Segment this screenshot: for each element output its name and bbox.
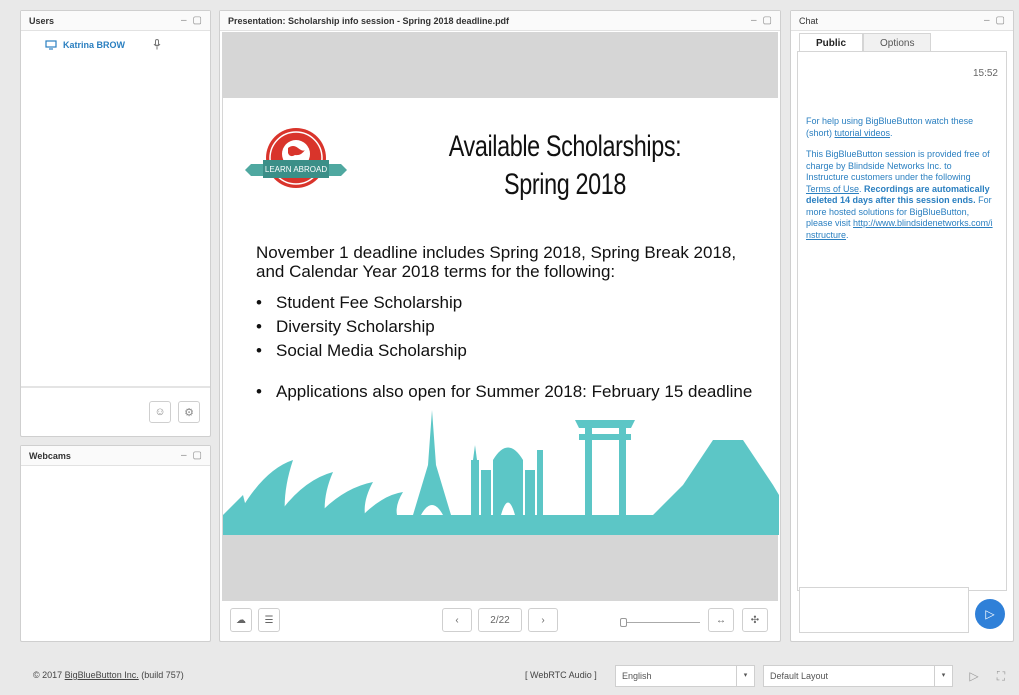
fit-width-button[interactable]: ↔: [708, 608, 734, 632]
maximize-icon[interactable]: ▢: [996, 15, 1005, 26]
maximize-icon[interactable]: ▢: [763, 15, 772, 26]
chat-panel: Chat – ▢ Public Options 15:52 For help u…: [790, 10, 1014, 642]
zoom-slider[interactable]: [620, 618, 700, 628]
send-icon: ▷: [985, 607, 995, 621]
settings-button[interactable]: ⚙: [178, 401, 200, 423]
presentation-title: Presentation: Scholarship info session -…: [228, 15, 510, 26]
expand-icon: ✣: [750, 614, 760, 626]
play-icon: ▷: [969, 669, 979, 683]
webcams-header: Webcams – ▢: [21, 446, 210, 466]
bigbluebutton-link[interactable]: BigBlueButton Inc.: [65, 670, 139, 680]
webcams-panel: Webcams – ▢: [20, 445, 211, 642]
fullscreen-button[interactable]: ⛶: [990, 666, 1012, 686]
page-indicator[interactable]: 2/22: [478, 608, 522, 632]
webrtc-audio-label: [ WebRTC Audio ]: [525, 670, 597, 680]
layout-value: Default Layout: [770, 671, 829, 681]
language-value: English: [622, 671, 652, 681]
logo-text: LEARN ABROAD: [265, 165, 327, 174]
user-name[interactable]: Katrina BROW: [63, 40, 125, 50]
users-title: Users: [29, 15, 55, 26]
slide-bullet: Diversity Scholarship: [256, 317, 766, 336]
users-panel: Users – ▢ Katrina BROW ☺ ⚙: [20, 10, 211, 437]
slide-bullet: Social Media Scholarship: [256, 341, 766, 360]
slide: LEARN ABROAD Available Scholarships: Spr…: [223, 98, 779, 535]
gear-icon: ⚙: [184, 406, 194, 419]
copyright: © 2017 BigBlueButton Inc. (build 757): [33, 670, 184, 680]
previous-slide-button[interactable]: ‹: [442, 608, 472, 632]
help-message: For help using BigBlueButton watch these…: [806, 116, 974, 138]
slide-title-line2: Spring 2018: [504, 168, 626, 201]
chat-header: Chat – ▢: [791, 11, 1013, 31]
learn-abroad-logo: LEARN ABROAD: [245, 128, 347, 188]
chat-title: Chat: [799, 15, 819, 26]
list-icon: ☰: [264, 614, 274, 626]
microphone-icon[interactable]: [153, 39, 161, 50]
slide-body: November 1 deadline includes Spring 2018…: [256, 243, 766, 406]
chevron-right-icon: ›: [541, 614, 545, 626]
minimize-icon[interactable]: –: [984, 15, 990, 26]
zoom-slider-thumb[interactable]: [620, 618, 627, 627]
skyline-illustration: [223, 410, 779, 535]
presentation-toolbar: ☁ ☰ ‹ 2/22 › ↔ ✣: [220, 601, 780, 641]
slide-bullet: Student Fee Scholarship: [256, 293, 766, 312]
chat-messages[interactable]: 15:52 For help using BigBlueButton watch…: [797, 51, 1007, 591]
users-header: Users – ▢: [21, 11, 210, 31]
chevron-down-icon: ▾: [736, 666, 754, 686]
minimize-icon[interactable]: –: [181, 450, 187, 461]
send-button[interactable]: ▷: [975, 599, 1005, 629]
message-time: 15:52: [972, 68, 998, 79]
tab-options[interactable]: Options: [863, 33, 932, 53]
layout-select[interactable]: Default Layout ▾: [763, 665, 953, 687]
users-footer: ☺ ⚙: [21, 386, 210, 436]
chat-tabs: Public Options: [799, 33, 932, 53]
slide-title: Available Scholarships: Spring 2018: [440, 128, 690, 204]
maximize-icon[interactable]: ▢: [193, 450, 202, 461]
minimize-icon[interactable]: –: [751, 15, 757, 26]
smile-icon: ☺: [154, 406, 166, 418]
presentation-panel: Presentation: Scholarship info session -…: [219, 10, 781, 642]
emoji-status-button[interactable]: ☺: [149, 401, 171, 423]
tutorial-videos-link[interactable]: tutorial videos: [835, 128, 891, 138]
slide-bullet: Applications also open for Summer 2018: …: [256, 382, 766, 401]
cloud-upload-icon: ☁: [236, 614, 246, 626]
presentation-header: Presentation: Scholarship info session -…: [220, 11, 780, 31]
poll-button[interactable]: ☰: [258, 608, 280, 632]
chevron-left-icon: ‹: [455, 614, 459, 626]
desktop-icon: [45, 39, 57, 50]
terms-of-use-link[interactable]: Terms of Use: [806, 184, 859, 194]
chat-message: For help using BigBlueButton watch these…: [806, 116, 996, 251]
minimize-icon[interactable]: –: [181, 15, 187, 26]
apply-layout-button[interactable]: ▷: [963, 666, 985, 686]
upload-button[interactable]: ☁: [230, 608, 252, 632]
chat-input[interactable]: [799, 587, 969, 633]
slide-bullet-list: Student Fee Scholarship Diversity Schola…: [256, 293, 766, 401]
footer: © 2017 BigBlueButton Inc. (build 757) [ …: [0, 660, 1019, 690]
fit-width-icon: ↔: [716, 614, 726, 626]
language-select[interactable]: English ▾: [615, 665, 755, 687]
maximize-icon[interactable]: ▢: [193, 15, 202, 26]
user-row[interactable]: Katrina BROW: [21, 31, 210, 50]
next-slide-button[interactable]: ›: [528, 608, 558, 632]
tab-public[interactable]: Public: [799, 33, 864, 53]
slide-title-line1: Available Scholarships:: [448, 130, 682, 163]
chevron-down-icon: ▾: [934, 666, 952, 686]
webcams-title: Webcams: [29, 450, 71, 461]
slide-intro: November 1 deadline includes Spring 2018…: [256, 243, 737, 281]
terms-message: This BigBlueButton session is provided f…: [806, 149, 993, 240]
fit-page-button[interactable]: ✣: [742, 608, 768, 632]
page-number: 2/22: [490, 614, 510, 626]
fullscreen-icon: ⛶: [996, 668, 1006, 683]
